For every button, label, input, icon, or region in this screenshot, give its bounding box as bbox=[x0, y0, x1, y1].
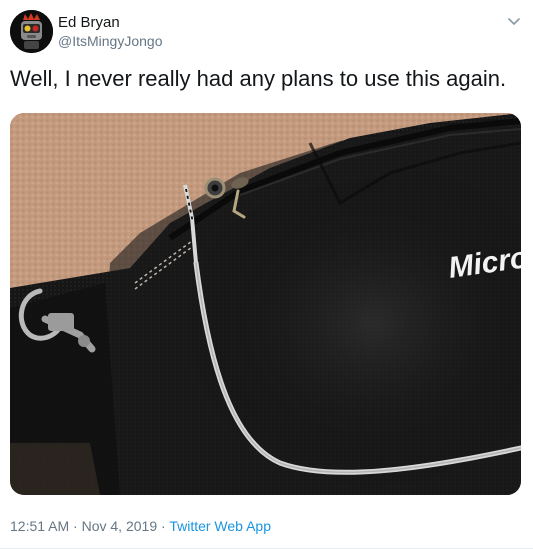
author-name[interactable]: Ed Bryan bbox=[58, 14, 120, 31]
tweet-source-link[interactable]: Twitter Web App bbox=[169, 518, 271, 534]
tweet-card: Ed Bryan @ItsMingyJongo Well, I never re… bbox=[0, 0, 533, 549]
meta-separator: · bbox=[73, 518, 78, 534]
robot-avatar-icon bbox=[10, 10, 53, 53]
tweet-date[interactable]: Nov 4, 2019 bbox=[82, 518, 158, 534]
author-handle[interactable]: @ItsMingyJongo bbox=[58, 33, 162, 49]
meta-separator: · bbox=[161, 518, 166, 534]
tweet-photo[interactable]: Micro bbox=[10, 113, 521, 495]
tweet-time[interactable]: 12:51 AM bbox=[10, 518, 69, 534]
bag-photo: Micro bbox=[10, 113, 521, 495]
tweet-meta: 12:51 AM · Nov 4, 2019 · Twitter Web App bbox=[10, 518, 271, 534]
avatar[interactable] bbox=[10, 10, 53, 53]
chevron-down-icon[interactable] bbox=[505, 12, 523, 30]
tweet-text: Well, I never really had any plans to us… bbox=[10, 66, 507, 91]
